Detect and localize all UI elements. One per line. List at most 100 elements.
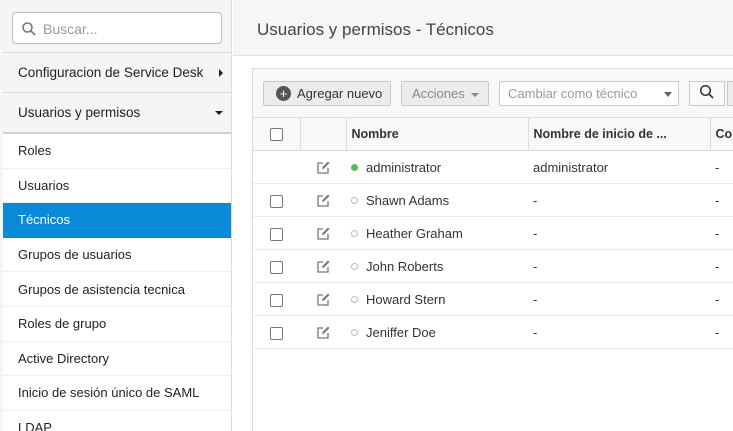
technicians-table: Nombre Nombre de inicio de ... Co admini…: [253, 117, 733, 349]
sidebar-item-roles[interactable]: Roles: [3, 134, 231, 169]
sidebar-item-support-groups[interactable]: Grupos de asistencia tecnica: [3, 272, 231, 307]
column-header-c[interactable]: Co: [710, 117, 733, 151]
select-all-header: [253, 117, 301, 151]
sidebar-item-active-directory[interactable]: Active Directory: [3, 342, 231, 377]
caret-right-icon: [219, 68, 223, 77]
sidebar-item-label: Grupos de usuarios: [18, 247, 132, 263]
table-row[interactable]: Shawn Adams - -: [253, 183, 733, 217]
login-cell: administrator: [528, 150, 710, 184]
more-button[interactable]: [727, 81, 733, 106]
row-edit-cell: [300, 150, 346, 184]
sidebar-item-label: Técnicos: [18, 212, 71, 228]
sidebar-item-users[interactable]: Usuarios: [3, 169, 231, 204]
row-edit-cell: [300, 216, 346, 250]
column-header-name[interactable]: Nombre: [346, 117, 529, 151]
edit-icon[interactable]: [316, 291, 330, 306]
menu-group-service-desk[interactable]: Configuracion de Service Desk: [3, 52, 231, 92]
sidebar-item-label: Inicio de sesión único de SAML: [18, 385, 200, 401]
row-checkbox[interactable]: [270, 194, 283, 208]
menu-group-users-permissions[interactable]: Usuarios y permisos: [3, 92, 231, 132]
edit-icon[interactable]: [316, 324, 330, 339]
status-dot-icon: [351, 262, 358, 270]
row-edit-cell: [300, 249, 346, 283]
sidebar-item-user-groups[interactable]: Grupos de usuarios: [3, 238, 231, 273]
table-row[interactable]: Howard Stern - -: [253, 282, 733, 316]
menu-group-label: Configuracion de Service Desk: [18, 65, 204, 80]
sidebar-item-label: Grupos de asistencia tecnica: [18, 281, 185, 297]
extra-cell: -: [710, 150, 733, 184]
sidebar: Configuracion de Service Desk Usuarios y…: [0, 0, 232, 431]
dropdown-arrow-icon: [664, 92, 672, 97]
name-cell: John Roberts: [346, 249, 528, 283]
table-row[interactable]: John Roberts - -: [253, 249, 733, 283]
row-checkbox[interactable]: [270, 326, 283, 340]
actions-button[interactable]: Acciones: [401, 81, 489, 106]
sidebar-item-label: Roles: [18, 143, 52, 159]
status-dot-icon: [351, 196, 358, 204]
row-checkbox[interactable]: [270, 293, 283, 307]
select-all-checkbox[interactable]: [269, 128, 283, 142]
edit-icon[interactable]: [316, 159, 330, 174]
column-header-login[interactable]: Nombre de inicio de ...: [528, 117, 711, 151]
row-checkbox[interactable]: [270, 260, 283, 274]
technician-name[interactable]: Heather Graham: [366, 226, 463, 241]
sidebar-item-label: Roles de grupo: [18, 316, 107, 332]
caret-down-icon: [470, 92, 479, 97]
technicians-panel: + Agregar nuevo Acciones Cambiar como té…: [252, 68, 733, 431]
login-cell: -: [528, 216, 710, 250]
plus-circle-icon: +: [276, 86, 291, 101]
sidebar-item-group-roles[interactable]: Roles de grupo: [3, 307, 231, 342]
edit-column-header: [300, 117, 347, 151]
extra-cell: -: [710, 315, 733, 349]
search-button[interactable]: [689, 81, 725, 106]
row-edit-cell: [300, 282, 346, 316]
name-cell: Howard Stern: [346, 282, 528, 316]
extra-cell: -: [710, 216, 733, 250]
row-edit-cell: [300, 183, 346, 217]
extra-cell: -: [710, 183, 733, 217]
row-checkbox-cell: [253, 282, 300, 316]
sidebar-search[interactable]: [12, 12, 222, 44]
technician-name[interactable]: administrator: [366, 160, 441, 175]
sidebar-item-ldap[interactable]: LDAP: [3, 411, 231, 431]
sidebar-item-label: Usuarios: [18, 177, 70, 193]
row-checkbox-cell: [253, 216, 300, 250]
change-technician-placeholder: Cambiar como técnico: [508, 86, 638, 101]
search-icon: [21, 21, 37, 37]
login-cell: -: [528, 249, 710, 283]
page-title: Usuarios y permisos - Técnicos: [257, 20, 494, 39]
caret-down-icon: [215, 110, 223, 115]
extra-cell: -: [710, 249, 733, 283]
technician-name[interactable]: Jeniffer Doe: [366, 325, 436, 340]
edit-icon[interactable]: [316, 192, 330, 207]
add-new-label: Agregar nuevo: [297, 86, 383, 101]
row-checkbox[interactable]: [270, 227, 283, 241]
name-cell: Heather Graham: [346, 216, 528, 250]
status-dot-icon: [351, 328, 358, 336]
table-row[interactable]: Jeniffer Doe - -: [253, 315, 733, 349]
table-row[interactable]: administrator administrator -: [253, 150, 733, 184]
login-cell: -: [528, 315, 710, 349]
technician-name[interactable]: Howard Stern: [366, 292, 445, 307]
technician-name[interactable]: John Roberts: [366, 259, 443, 274]
sidebar-item-saml-sso[interactable]: Inicio de sesión único de SAML: [3, 376, 231, 411]
status-dot-icon: [351, 229, 358, 237]
name-cell: Jeniffer Doe: [346, 315, 528, 349]
search-input[interactable]: [43, 19, 215, 39]
edit-icon[interactable]: [316, 225, 330, 240]
name-cell: administrator: [346, 150, 528, 184]
add-new-button[interactable]: + Agregar nuevo: [263, 81, 391, 106]
sidebar-item-label: LDAP: [18, 420, 52, 431]
row-checkbox-cell: [253, 249, 300, 283]
edit-icon[interactable]: [316, 258, 330, 273]
table-row[interactable]: Heather Graham - -: [253, 216, 733, 250]
sidebar-item-technicians[interactable]: Técnicos: [3, 203, 231, 238]
change-technician-select[interactable]: Cambiar como técnico: [499, 81, 679, 106]
main-panel: Usuarios y permisos - Técnicos + Agregar…: [233, 0, 733, 431]
name-cell: Shawn Adams: [346, 183, 528, 217]
technician-name[interactable]: Shawn Adams: [366, 193, 449, 208]
extra-cell: -: [710, 282, 733, 316]
status-dot-icon: [351, 163, 358, 171]
row-checkbox-cell: [253, 150, 300, 184]
row-edit-cell: [300, 315, 346, 349]
